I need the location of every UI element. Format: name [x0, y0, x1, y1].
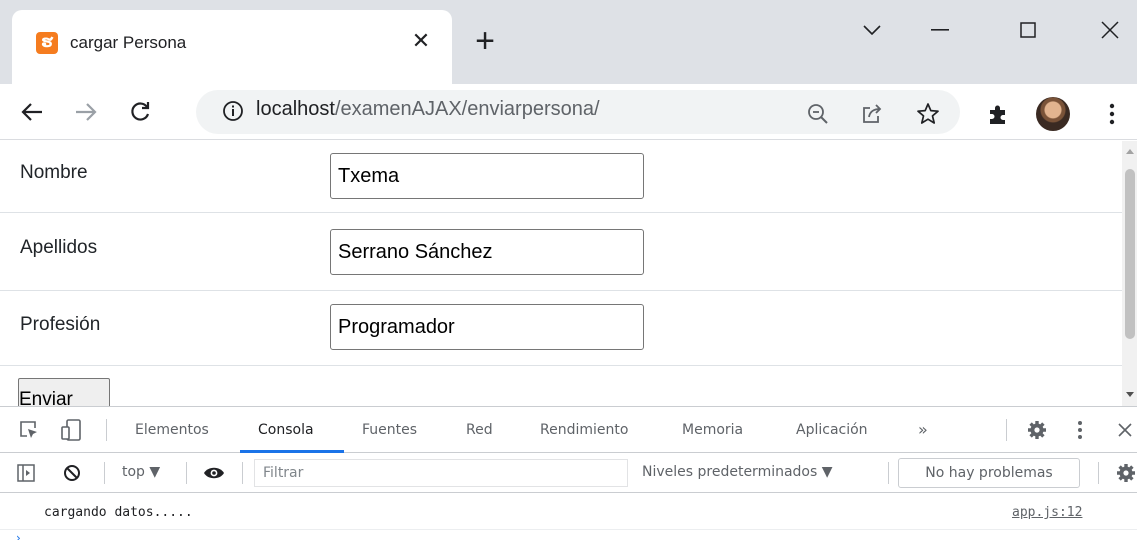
devtools-separator [104, 462, 105, 484]
more-tabs-chevron-icon[interactable]: » [918, 420, 928, 439]
minimize-icon[interactable] [918, 10, 962, 50]
extensions-puzzle-icon[interactable] [984, 100, 1012, 128]
url-host: localhost [256, 98, 335, 120]
devtools-separator [242, 462, 243, 484]
nombre-label: Nombre [20, 162, 88, 183]
console-settings-gear-icon[interactable] [1116, 463, 1136, 483]
scrollbar-thumb[interactable] [1125, 169, 1135, 339]
console-prompt-icon[interactable]: › [16, 534, 22, 540]
context-value: top [122, 464, 145, 480]
settings-gear-icon[interactable] [1026, 419, 1048, 441]
nombre-input[interactable] [330, 153, 644, 199]
profesion-input[interactable] [330, 304, 644, 350]
xampp-favicon-icon: ຮ [36, 32, 58, 54]
inspect-element-icon[interactable] [18, 419, 40, 441]
sidebar-toggle-icon[interactable] [16, 463, 36, 483]
devtools-close-icon[interactable] [1116, 421, 1134, 439]
tab-elementos[interactable]: Elementos [135, 422, 209, 438]
profesion-label: Profesión [20, 314, 101, 335]
devtools-separator [106, 419, 107, 441]
devtools-separator [1098, 462, 1099, 484]
browser-tab[interactable]: ຮ cargar Persona ✕ [12, 10, 452, 84]
apellidos-label: Apellidos [20, 237, 98, 258]
devtools-panel: Elementos Consola Fuentes Red Rendimient… [0, 406, 1137, 540]
enviar-button[interactable]: Enviar [18, 378, 110, 406]
devtools-separator [1006, 419, 1007, 441]
reload-icon[interactable] [124, 96, 156, 128]
device-toolbar-icon[interactable] [60, 419, 82, 441]
site-info-icon[interactable] [222, 100, 244, 122]
zoom-icon[interactable] [804, 100, 832, 128]
maximize-icon[interactable] [1006, 10, 1050, 50]
log-levels-label: Niveles predeterminados [642, 464, 818, 480]
issues-button[interactable]: No hay problemas [898, 458, 1080, 488]
page-content: Nombre Apellidos Profesión Enviar [0, 141, 1122, 406]
console-filter-bar: top ▼ Filtrar Niveles predeterminados ▼ … [0, 453, 1137, 493]
tab-search-chevron-icon[interactable] [850, 10, 894, 50]
forward-arrow-icon[interactable] [70, 96, 102, 128]
context-selector[interactable]: top ▼ [122, 464, 160, 480]
scroll-up-arrow-icon[interactable] [1126, 149, 1134, 154]
tab-consola[interactable]: Consola [258, 422, 314, 438]
tab-rendimiento[interactable]: Rendimiento [540, 422, 628, 438]
browser-menu-kebab-icon[interactable] [1098, 100, 1126, 128]
devtools-separator [888, 462, 889, 484]
tab-strip: ຮ cargar Persona ✕ + [0, 0, 1137, 84]
url-path: /examenAJAX/enviarpersona/ [334, 98, 600, 120]
devtools-menu-kebab-icon[interactable] [1074, 419, 1086, 441]
devtools-tab-bar: Elementos Consola Fuentes Red Rendimient… [0, 407, 1137, 453]
profile-avatar[interactable] [1036, 97, 1070, 131]
tab-memoria[interactable]: Memoria [682, 422, 743, 438]
log-levels-dropdown[interactable]: Niveles predeterminados ▼ [642, 464, 833, 480]
scroll-down-arrow-icon[interactable] [1126, 392, 1134, 397]
console-filter-input[interactable]: Filtrar [254, 459, 628, 487]
back-arrow-icon[interactable] [16, 96, 48, 128]
clear-console-icon[interactable] [62, 463, 82, 483]
tab-title: cargar Persona [70, 33, 187, 52]
console-message-row: cargando datos..... app.js:12 [0, 494, 1137, 530]
devtools-separator [186, 462, 187, 484]
console-source-link[interactable]: app.js:12 [1012, 505, 1082, 520]
page-scrollbar[interactable] [1122, 141, 1137, 406]
window-close-icon[interactable] [1088, 10, 1132, 50]
tab-close-icon[interactable]: ✕ [408, 28, 434, 54]
bookmark-star-icon[interactable] [914, 100, 942, 128]
tab-fuentes[interactable]: Fuentes [362, 422, 417, 438]
live-expression-eye-icon[interactable] [202, 463, 226, 483]
new-tab-button[interactable]: + [468, 24, 502, 58]
console-message: cargando datos..... [44, 505, 193, 520]
share-icon[interactable] [858, 100, 886, 128]
tab-aplicacion[interactable]: Aplicación [796, 422, 868, 438]
tab-red[interactable]: Red [466, 422, 493, 438]
address-url[interactable]: localhost/examenAJAX/enviarpersona/ [256, 98, 600, 121]
apellidos-input[interactable] [330, 229, 644, 275]
